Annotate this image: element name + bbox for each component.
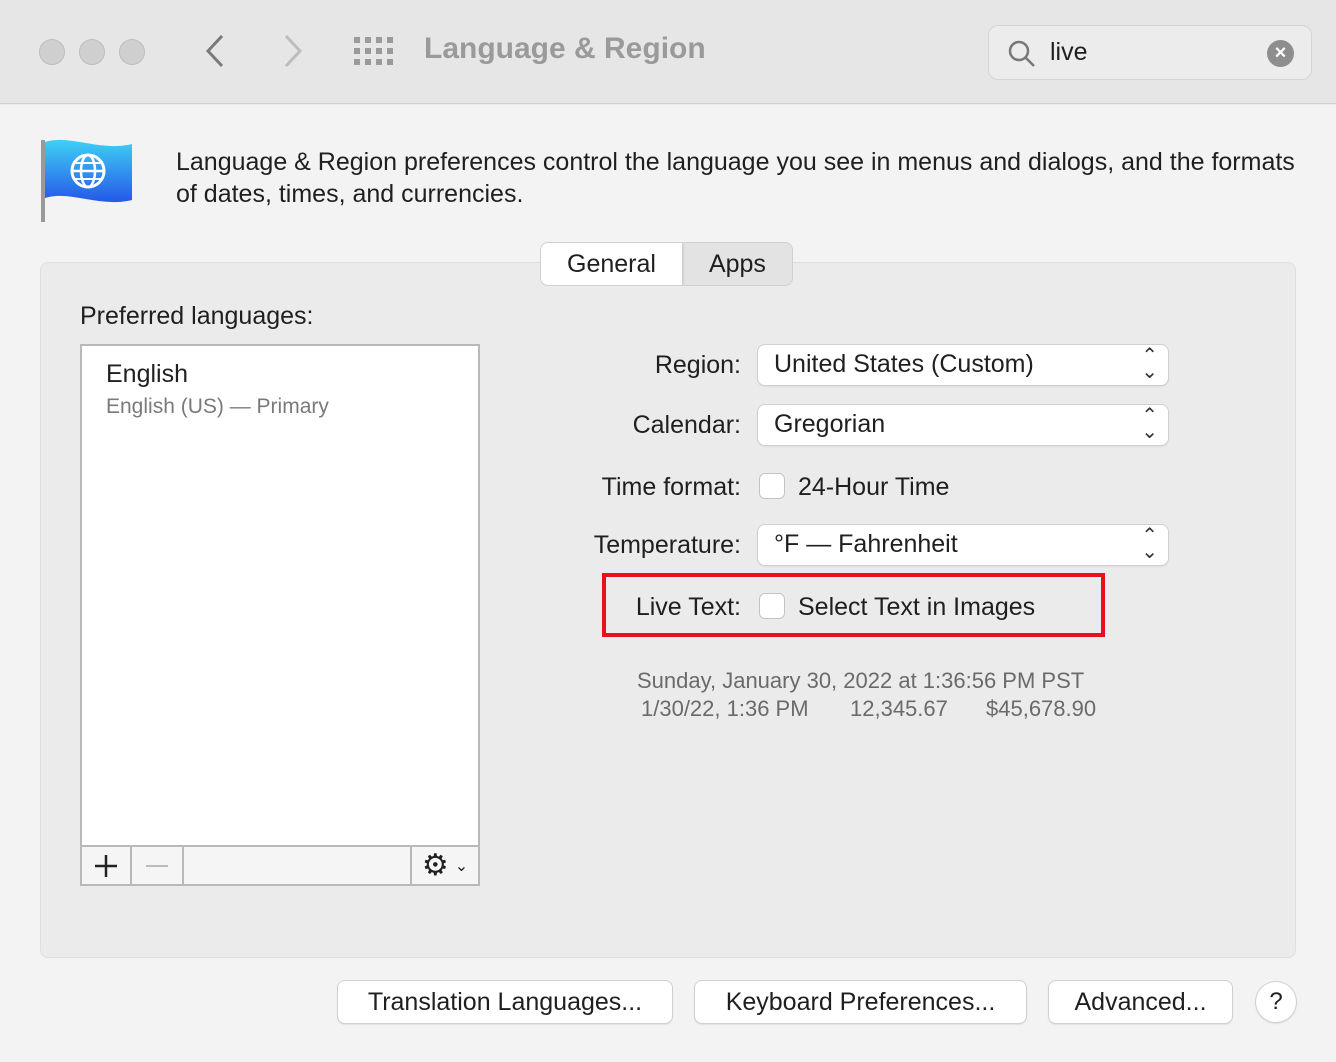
back-icon[interactable]	[204, 34, 226, 68]
tab-general[interactable]: General	[541, 243, 683, 285]
action-menu-button[interactable]: ⚙ ⌄	[412, 847, 478, 884]
region-popup[interactable]: United States (Custom) ⌃ ⌄	[758, 345, 1168, 385]
sample-currency: $45,678.90	[986, 696, 1097, 721]
calendar-value: Gregorian	[774, 410, 886, 438]
tab-bar: General Apps	[540, 242, 793, 286]
live-text-option-label: Select Text in Images	[798, 593, 1036, 621]
search-icon	[1008, 40, 1035, 67]
updown-chevron-icon: ⌃ ⌄	[1141, 525, 1158, 563]
region-label: Region:	[654, 351, 741, 379]
time-format-label: Time format:	[601, 473, 741, 501]
live-text-label: Live Text:	[635, 593, 741, 621]
calendar-label: Calendar:	[632, 411, 741, 439]
preferred-languages-list[interactable]: English English (US) — Primary	[80, 344, 480, 886]
temperature-value: °F — Fahrenheit	[774, 530, 958, 558]
advanced-button[interactable]: Advanced...	[1049, 981, 1232, 1023]
temperature-popup[interactable]: °F — Fahrenheit ⌃ ⌄	[758, 525, 1168, 565]
toolbar-spacer	[184, 847, 412, 884]
sample-number: 12,345.67	[850, 696, 948, 721]
search-input[interactable]: live	[1050, 38, 1088, 67]
remove-language-button[interactable]	[132, 847, 184, 884]
region-value: United States (Custom)	[774, 350, 1034, 378]
24-hour-label: 24-Hour Time	[798, 473, 950, 501]
chevron-down-icon: ⌄	[454, 857, 469, 875]
updown-chevron-icon: ⌃ ⌄	[1141, 405, 1158, 443]
search-field[interactable]: live ×	[988, 25, 1312, 80]
keyboard-preferences-button[interactable]: Keyboard Preferences...	[695, 981, 1026, 1023]
language-name: English	[106, 360, 188, 388]
window-title: Language & Region	[424, 32, 706, 65]
tab-apps[interactable]: Apps	[683, 243, 792, 285]
flag-globe-icon	[41, 139, 132, 222]
show-all-grid-icon[interactable]	[354, 37, 394, 65]
add-language-button[interactable]	[82, 847, 132, 884]
zoom-window-button[interactable]	[119, 39, 145, 65]
description-text: Language & Region preferences control th…	[176, 148, 1295, 208]
live-text-checkbox[interactable]	[759, 593, 785, 619]
preferred-languages-label: Preferred languages:	[80, 302, 314, 330]
list-item[interactable]: English English (US) — Primary	[82, 346, 478, 433]
updown-chevron-icon: ⌃ ⌄	[1141, 345, 1158, 383]
clear-search-icon[interactable]: ×	[1267, 40, 1294, 67]
24-hour-checkbox[interactable]	[759, 473, 785, 499]
calendar-popup[interactable]: Gregorian ⌃ ⌄	[758, 405, 1168, 445]
sample-long-date: Sunday, January 30, 2022 at 1:36:56 PM P…	[637, 668, 1085, 693]
minimize-window-button[interactable]	[79, 39, 105, 65]
sample-short-date: 1/30/22, 1:36 PM	[641, 696, 809, 721]
minus-icon	[146, 864, 168, 867]
plus-icon	[95, 854, 117, 877]
list-toolbar: ⚙ ⌄	[80, 845, 480, 886]
translation-languages-button[interactable]: Translation Languages...	[338, 981, 672, 1023]
language-detail: English (US) — Primary	[106, 395, 329, 418]
gear-icon: ⚙	[421, 849, 449, 882]
forward-icon[interactable]	[282, 34, 304, 68]
help-button[interactable]: ?	[1256, 982, 1296, 1022]
close-window-button[interactable]	[39, 39, 65, 65]
temperature-label: Temperature:	[593, 531, 741, 559]
